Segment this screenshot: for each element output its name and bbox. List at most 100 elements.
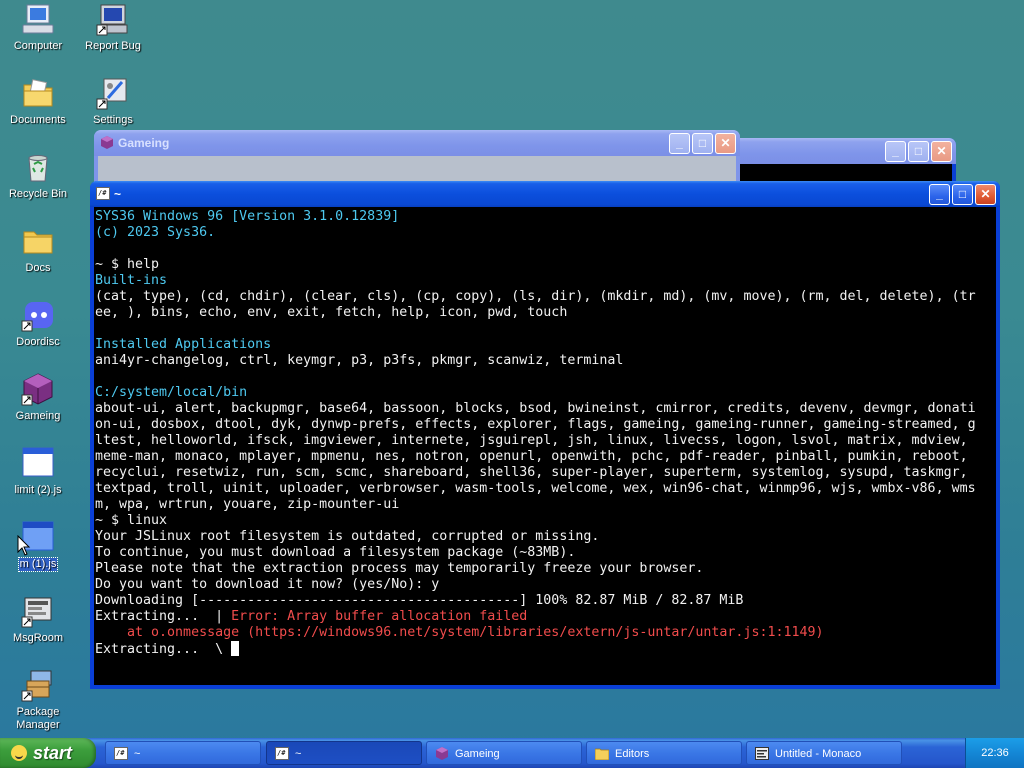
terminal-line: Extracting... |	[95, 609, 232, 624]
msgroom-icon	[21, 594, 55, 628]
error-trace: at o.onmessage (https://windows96.net/sy…	[95, 625, 824, 640]
desktop-icon-label: Recycle Bin	[8, 188, 68, 200]
recycle-bin-icon	[21, 150, 55, 184]
desktop-icon-label: MsgRoom	[12, 632, 64, 644]
maximize-button[interactable]: □	[952, 184, 973, 205]
taskbar-item-label: ~	[295, 748, 302, 760]
terminal-line: C:/system/local/bin	[95, 385, 248, 400]
terminal-line: textpad, troll, uinit, uploader, verbrow…	[95, 481, 976, 496]
clock[interactable]: 22:36	[981, 747, 1009, 759]
desktop-icon-recycle-bin[interactable]: Recycle Bin	[1, 150, 75, 201]
desktop-icon-settings[interactable]: Settings	[76, 76, 150, 127]
desktop-icon-limit-js[interactable]: limit (2).js	[1, 446, 75, 497]
terminal-line: Your JSLinux root filesystem is outdated…	[95, 529, 600, 544]
window-title: Gameing	[118, 136, 170, 150]
desktop-icon-docs[interactable]: Docs	[1, 224, 75, 275]
desktop-icon-m-js[interactable]: m (1).js	[1, 520, 75, 572]
error-message: Error: Array buffer allocation failed	[231, 609, 528, 624]
maximize-button[interactable]: □	[908, 141, 929, 162]
terminal-line: ~ $ linux	[95, 513, 168, 528]
terminal-icon: /#	[275, 747, 289, 760]
start-label: start	[33, 743, 73, 763]
desktop-icon-gameing[interactable]: Gameing	[1, 372, 75, 423]
terminal-line: meme-man, monaco, mplayer, mpmenu, nes, …	[95, 449, 968, 464]
gameing-cube-icon	[21, 372, 55, 406]
minimize-button[interactable]: _	[885, 141, 906, 162]
gameing-window-titlebar[interactable]: Gameing _ □ ✕	[94, 130, 740, 156]
close-button[interactable]: ✕	[975, 184, 996, 205]
desktop-icon-label: Doordisc	[16, 336, 60, 348]
js-file-window-icon	[21, 446, 55, 480]
terminal-line: ~ $ help	[95, 257, 160, 272]
taskbar-item-terminal-active[interactable]: /# ~	[266, 741, 422, 765]
desktop-icon-label: Report Bug	[85, 40, 141, 52]
desktop-icon-label: Documents	[10, 114, 66, 126]
background-window-titlebar[interactable]: _ □ ✕	[720, 138, 956, 164]
folder-icon	[21, 224, 55, 258]
taskbar-item-label: Untitled - Monaco	[775, 748, 862, 760]
desktop-icon-computer[interactable]: Computer	[1, 2, 75, 53]
terminal-line: Installed Applications	[95, 337, 272, 352]
terminal-output[interactable]: SYS36 Windows 96 [Version 3.1.0.12839] (…	[94, 207, 996, 685]
terminal-line: ltest, helloworld, ifsck, imgviewer, int…	[95, 433, 968, 448]
terminal-line: Do you want to download it now? (yes/No)…	[95, 577, 440, 592]
terminal-line: m, wpa, wrtrun, youare, zip-mounter-ui	[95, 497, 400, 512]
maximize-button[interactable]: □	[692, 133, 713, 154]
settings-shortcut-icon	[96, 76, 130, 110]
desktop-icon-label: m (1).js	[17, 557, 59, 572]
desktop-icon-report-bug[interactable]: Report Bug	[76, 2, 150, 53]
terminal-line: Built-ins	[95, 273, 168, 288]
terminal-line: SYS36 Windows 96 [Version 3.1.0.12839]	[95, 209, 400, 224]
desktop-icon-label: limit (2).js	[14, 484, 62, 496]
taskbar-item-gameing[interactable]: Gameing	[426, 741, 582, 765]
smiley-icon	[11, 745, 27, 761]
desktop-icon-label: Settings	[93, 114, 133, 126]
system-tray: 22:36	[965, 738, 1024, 768]
package-manager-icon	[21, 668, 55, 702]
terminal-line: Downloading [---------------------------…	[95, 593, 744, 608]
terminal-line: Please note that the extraction process …	[95, 561, 704, 576]
start-button[interactable]: start	[0, 738, 96, 768]
close-button[interactable]: ✕	[931, 141, 952, 162]
terminal-window[interactable]: /# ~ _ □ ✕ SYS36 Windows 96 [Version 3.1…	[90, 181, 1000, 689]
desktop-icon-label: Docs	[25, 262, 51, 274]
terminal-line: ani4yr-changelog, ctrl, keymgr, p3, p3fs…	[95, 353, 624, 368]
monitor-shortcut-icon	[96, 2, 130, 36]
gameing-cube-icon	[101, 136, 113, 149]
desktop-icon-package-manager[interactable]: Package Manager	[1, 668, 75, 732]
taskbar-item-label: Editors	[615, 748, 650, 760]
gameing-cube-icon	[436, 747, 448, 760]
window-title: ~	[114, 187, 122, 201]
minimize-button[interactable]: _	[669, 133, 690, 154]
taskbar-item-monaco[interactable]: Untitled - Monaco	[746, 741, 902, 765]
terminal-cursor	[231, 641, 240, 656]
desktop-icon-doordisc[interactable]: Doordisc	[1, 298, 75, 349]
terminal-line: To continue, you must download a filesys…	[95, 545, 576, 560]
taskbar-item-editors[interactable]: Editors	[586, 741, 742, 765]
minimize-button[interactable]: _	[929, 184, 950, 205]
terminal-line: about-ui, alert, backupmgr, base64, bass…	[95, 401, 976, 416]
terminal-line: (c) 2023 Sys36.	[95, 225, 216, 240]
terminal-line: recyclui, resetwiz, run, scm, scmc, shar…	[95, 465, 968, 480]
taskbar-item-label: ~	[134, 748, 141, 760]
taskbar-item-label: Gameing	[455, 748, 500, 760]
folder-icon	[595, 748, 609, 760]
terminal-icon: /#	[114, 747, 128, 760]
taskbar-item-terminal[interactable]: /# ~	[105, 741, 261, 765]
documents-folder-icon	[21, 76, 55, 110]
discord-shortcut-icon	[21, 298, 55, 332]
desktop-icon-label: Package Manager	[16, 706, 60, 731]
monaco-editor-icon	[755, 747, 769, 760]
desktop-icon-msgroom[interactable]: MsgRoom	[1, 594, 75, 645]
terminal-line: (cat, type), (cd, chdir), (clear, cls), …	[95, 289, 976, 304]
mouse-cursor-icon	[17, 535, 31, 556]
desktop-icon-documents[interactable]: Documents	[1, 76, 75, 127]
terminal-current-line: Extracting... \	[95, 642, 232, 657]
close-button[interactable]: ✕	[715, 133, 736, 154]
desktop-icon-label: Computer	[13, 40, 63, 52]
computer-icon	[21, 2, 55, 36]
terminal-icon: /#	[96, 187, 110, 200]
taskbar: start /# ~ /# ~ Gameing Editors Untitled…	[0, 738, 1024, 768]
terminal-window-titlebar[interactable]: /# ~ _ □ ✕	[90, 181, 1000, 207]
terminal-line: on-ui, dosbox, dtool, dyk, dynwp-prefs, …	[95, 417, 976, 432]
